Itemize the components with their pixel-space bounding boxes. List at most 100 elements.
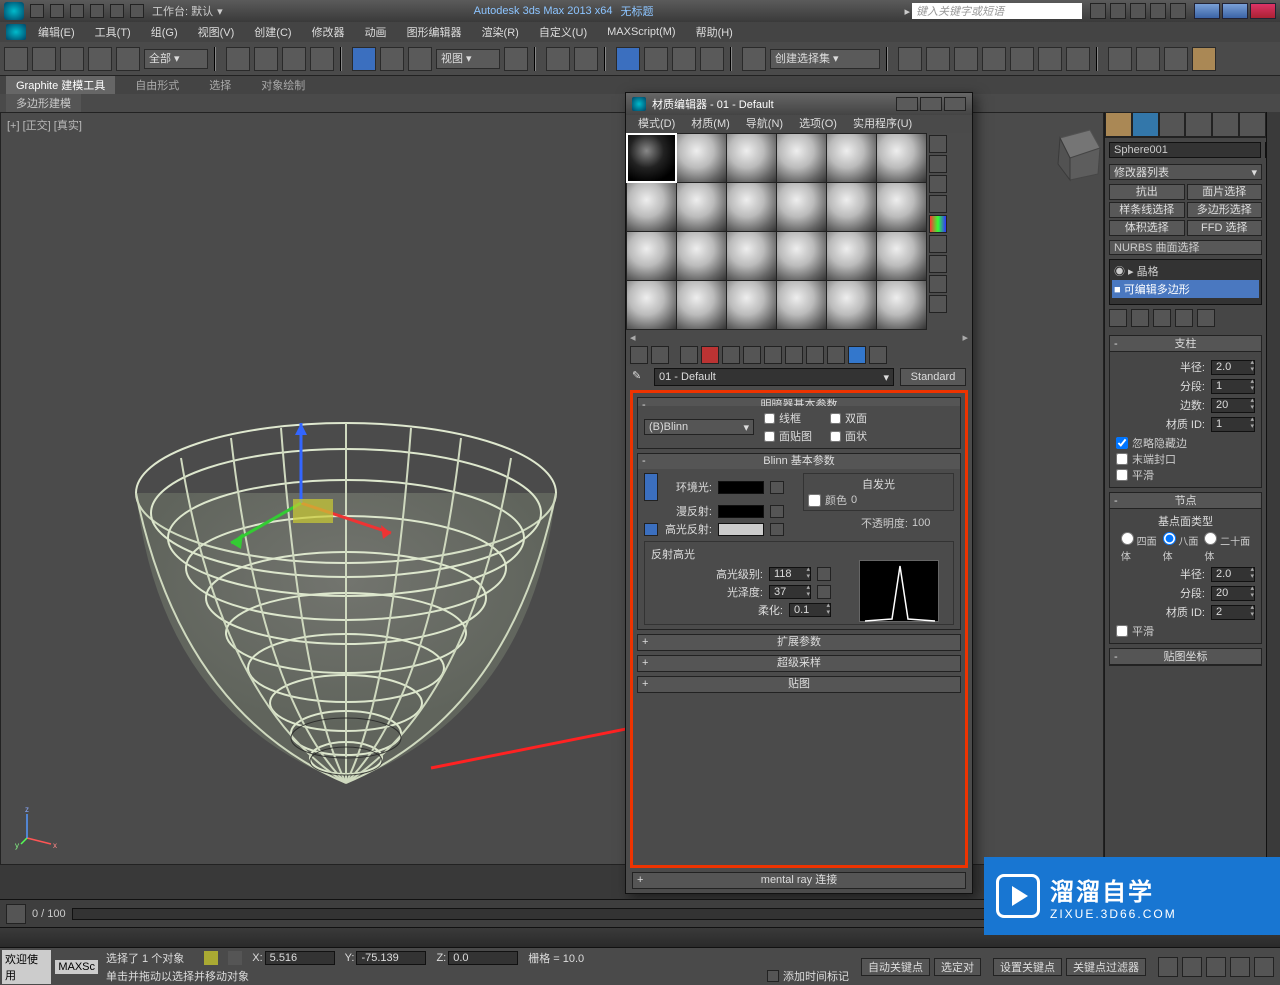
diffuse-map-button[interactable] [770, 505, 784, 518]
mat-map-nav-icon[interactable] [929, 295, 947, 313]
chk-end-caps[interactable] [1116, 453, 1128, 465]
scroll-right-icon[interactable]: ▸ [962, 331, 968, 344]
opacity-spinner[interactable]: 100 [912, 517, 950, 529]
layers-icon[interactable] [954, 47, 978, 71]
rollout-maps-header[interactable]: 贴图 [638, 677, 960, 692]
material-slot[interactable] [677, 281, 726, 329]
snap-toggle-icon[interactable] [616, 47, 640, 71]
menu-animation[interactable]: 动画 [357, 23, 395, 41]
ambient-map-button[interactable] [770, 481, 784, 494]
exchange-icon[interactable] [1130, 3, 1146, 19]
select-region-icon[interactable] [282, 47, 306, 71]
spec-level-spinner[interactable]: 118 [769, 567, 811, 581]
specular-swatch[interactable] [718, 523, 764, 536]
background-icon[interactable] [929, 175, 947, 193]
material-slot[interactable] [877, 183, 926, 231]
rollout-shader-header[interactable]: 明暗器基本参数 [638, 398, 960, 406]
coord-x[interactable]: 5.516 [265, 951, 335, 965]
put-to-lib-icon[interactable] [764, 346, 782, 364]
radio-icosa[interactable]: 二十面 体 [1204, 532, 1250, 563]
selfillum-spinner[interactable]: 0 [851, 494, 885, 506]
render-icon[interactable] [1164, 47, 1188, 71]
selection-filter-dropdown[interactable]: 全部 ▾ [144, 49, 208, 69]
setkey-button[interactable]: 设置关键点 [993, 958, 1062, 976]
scale-icon[interactable] [408, 47, 432, 71]
material-slot-1[interactable] [627, 134, 676, 182]
show-end-result-icon[interactable] [827, 346, 845, 364]
pick-material-icon[interactable]: ✎ [632, 369, 648, 385]
tab-motion-icon[interactable] [1185, 112, 1212, 137]
spinner-snap-icon[interactable] [700, 47, 724, 71]
lock-ambient-diffuse-icon[interactable] [644, 473, 658, 501]
material-editor-icon[interactable] [1066, 47, 1090, 71]
node-segs-spinner[interactable]: 20 [1211, 586, 1255, 601]
time-tag-icon[interactable] [767, 970, 779, 982]
backlight-icon[interactable] [929, 155, 947, 173]
material-name-dropdown[interactable]: 01 - Default▾ [654, 368, 894, 386]
rollout-mapcoords-header[interactable]: 贴图坐标 [1110, 649, 1261, 665]
material-slot[interactable] [627, 232, 676, 280]
manipulate-icon[interactable] [546, 47, 570, 71]
remove-mod-icon[interactable] [1175, 309, 1193, 327]
node-matid-spinner[interactable]: 2 [1211, 605, 1255, 620]
tab-utilities-icon[interactable] [1239, 112, 1266, 137]
mod-btn-4[interactable]: 体积选择 [1109, 220, 1185, 236]
glossiness-map-button[interactable] [817, 585, 831, 599]
material-slot[interactable] [877, 281, 926, 329]
menu-customize[interactable]: 自定义(U) [531, 23, 595, 41]
diffuse-swatch[interactable] [718, 505, 764, 518]
tab-modify-icon[interactable] [1132, 112, 1159, 137]
menu-group[interactable]: 组(G) [143, 23, 186, 41]
mod-btn-2[interactable]: 样条线选择 [1109, 202, 1185, 218]
bind-icon[interactable] [116, 47, 140, 71]
favorite-icon[interactable] [1150, 3, 1166, 19]
help-icon[interactable] [1170, 3, 1186, 19]
menu-grapheditors[interactable]: 图形编辑器 [399, 23, 470, 41]
mod-btn-1[interactable]: 面片选择 [1187, 184, 1263, 200]
coord-y[interactable]: -75.139 [356, 951, 426, 965]
keyboard-shortcut-icon[interactable] [574, 47, 598, 71]
teapot-render-icon[interactable] [1192, 47, 1216, 71]
mod-btn-3[interactable]: 多边形选择 [1187, 202, 1263, 218]
qa-redo-icon[interactable] [110, 4, 124, 18]
shader-dropdown[interactable]: (B)Blinn▾ [644, 419, 754, 435]
qa-new-icon[interactable] [30, 4, 44, 18]
go-parent-icon[interactable] [848, 346, 866, 364]
reset-map-icon[interactable] [701, 346, 719, 364]
close-button[interactable] [1250, 3, 1276, 19]
get-material-icon[interactable] [630, 346, 648, 364]
menu-tools[interactable]: 工具(T) [87, 23, 139, 41]
rollout-blinn-header[interactable]: Blinn 基本参数 [638, 454, 960, 469]
minimize-button[interactable] [1194, 3, 1220, 19]
workspace-label[interactable]: 工作台: 默认 [152, 3, 213, 19]
mirror-icon[interactable] [898, 47, 922, 71]
material-slot[interactable] [627, 281, 676, 329]
me-menu-navigation[interactable]: 导航(N) [740, 115, 789, 133]
qa-undo-icon[interactable] [90, 4, 104, 18]
material-slot[interactable] [777, 281, 826, 329]
radio-octa[interactable]: 八面 体 [1163, 532, 1199, 563]
pin-stack-icon[interactable] [1109, 309, 1127, 327]
goto-end-icon[interactable] [1254, 957, 1274, 977]
radio-tetra[interactable]: 四面 体 [1121, 532, 1157, 563]
material-slot[interactable] [727, 281, 776, 329]
config-mod-icon[interactable] [1197, 309, 1215, 327]
goto-start-icon[interactable] [1158, 957, 1178, 977]
material-slot[interactable] [677, 134, 726, 182]
app-icon[interactable] [4, 2, 24, 20]
lock-selection-icon[interactable] [204, 951, 218, 965]
modifier-stack[interactable]: ◉ ▸ 晶格 ■ 可编辑多边形 [1109, 259, 1262, 305]
chk-wire[interactable] [764, 413, 775, 424]
show-map-icon[interactable] [806, 346, 824, 364]
link-icon[interactable] [60, 47, 84, 71]
coord-z[interactable]: 0.0 [448, 951, 518, 965]
align-icon[interactable] [926, 47, 950, 71]
options-icon[interactable] [929, 255, 947, 273]
schematic-icon[interactable] [1038, 47, 1062, 71]
rollout-mentalray-header[interactable]: mental ray 连接 [633, 873, 965, 888]
tab-display-icon[interactable] [1212, 112, 1239, 137]
unique-icon[interactable] [1153, 309, 1171, 327]
modifier-list-dropdown[interactable]: 修改器列表▾ [1109, 164, 1262, 180]
strut-segs-spinner[interactable]: 1 [1211, 379, 1255, 394]
material-slot[interactable] [827, 183, 876, 231]
